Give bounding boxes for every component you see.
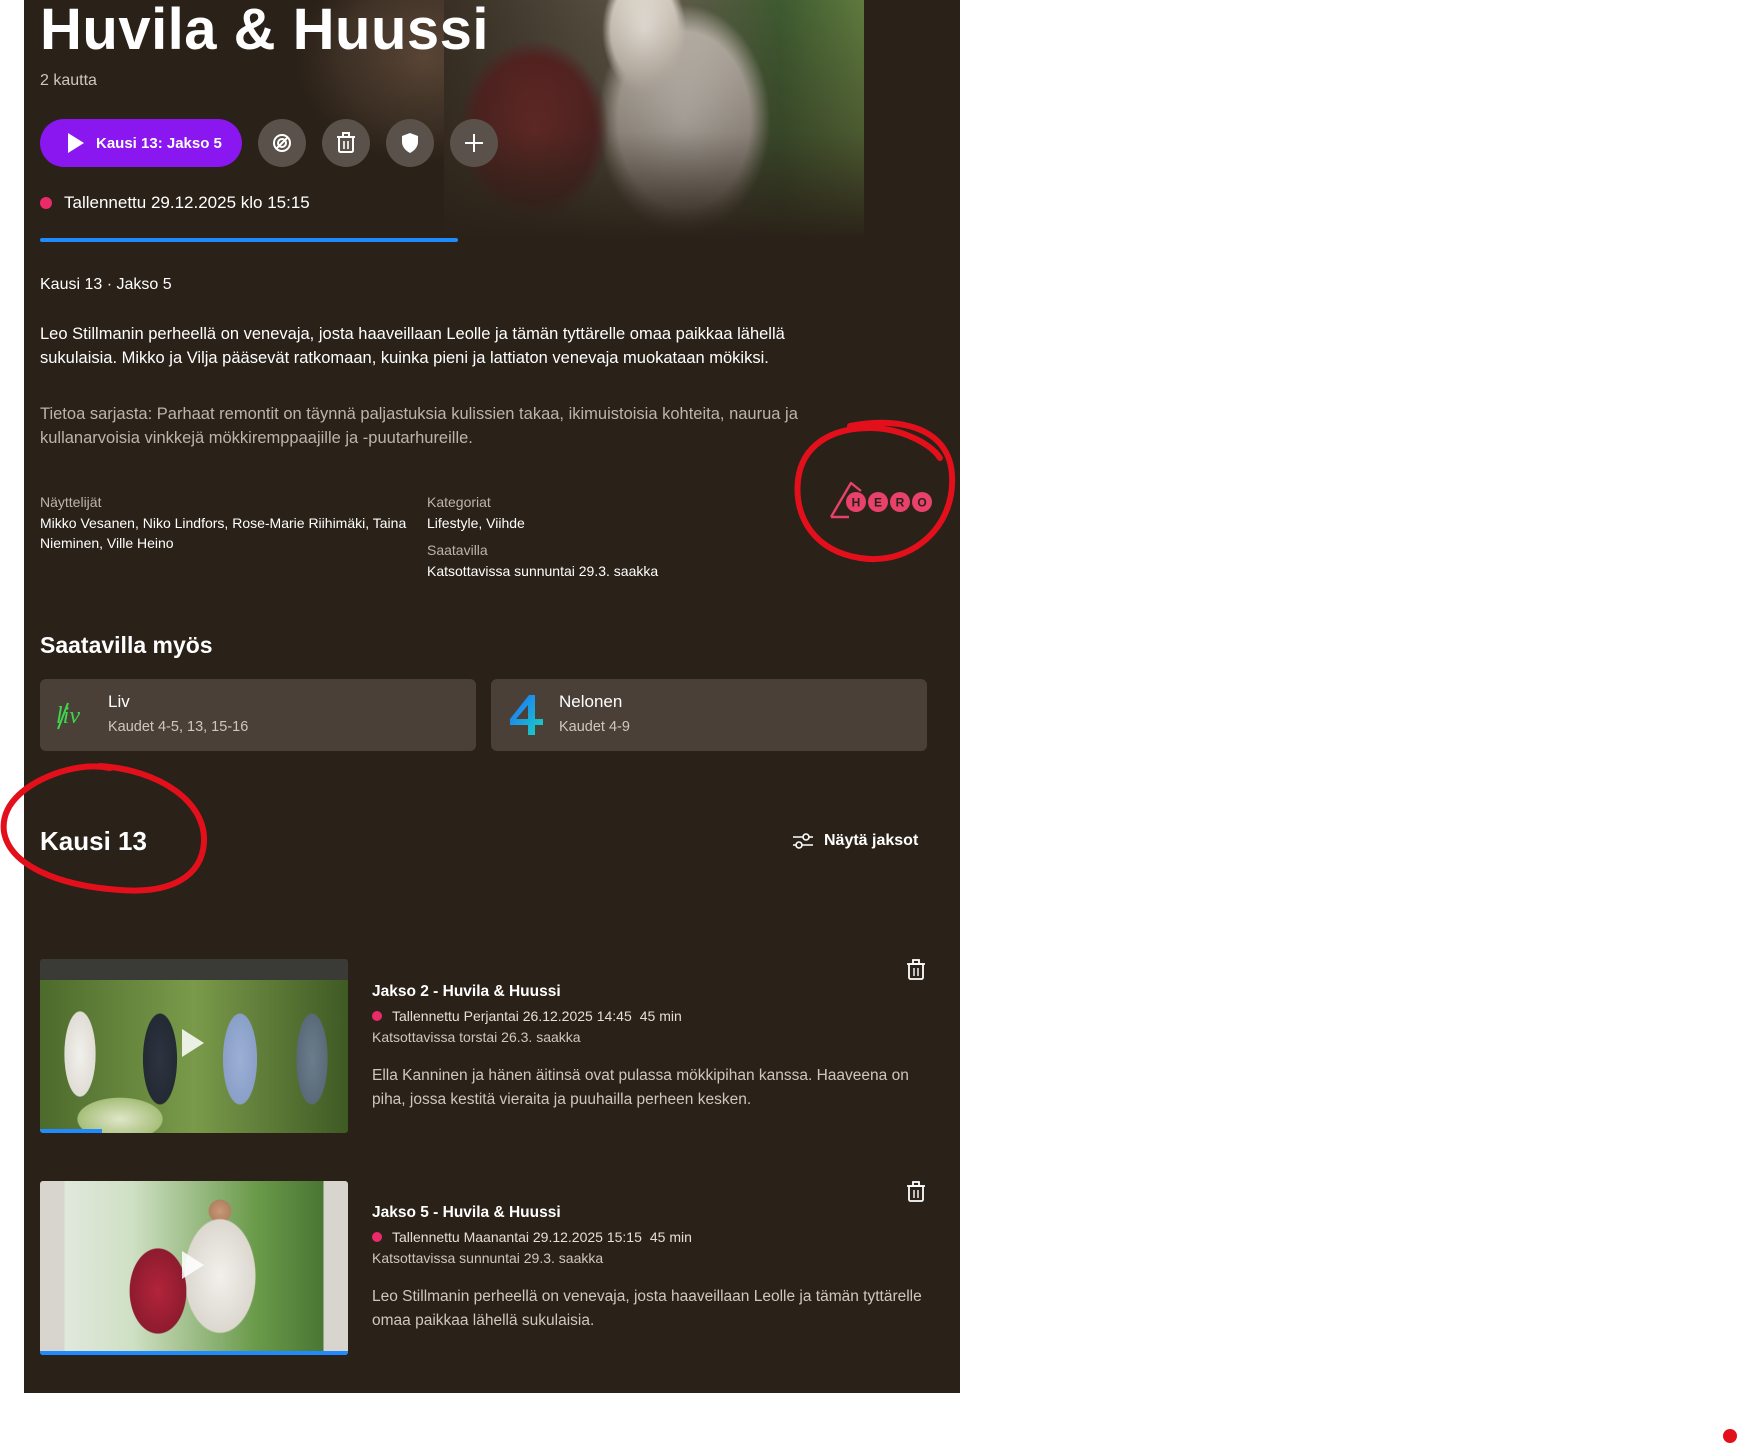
- annotation-dot: [1723, 1429, 1737, 1443]
- recording-dot-icon: [372, 1232, 382, 1242]
- episode-duration: 45 min: [639, 1008, 682, 1024]
- actors-label: Näyttelijät: [40, 494, 102, 510]
- also-available-title: Saatavilla myös: [40, 632, 213, 658]
- availability-value: Katsottavissa sunnuntai 29.3. saakka: [427, 563, 659, 579]
- episode-progress-bar: [40, 1351, 348, 1355]
- episode-availability: Katsottavissa sunnuntai 29.3. saakka: [372, 1250, 604, 1266]
- liv-name: Liv: [108, 692, 130, 711]
- episode-recorded: Tallennettu Maanantai 29.12.2025 15:15 4…: [372, 1229, 692, 1245]
- categories-label: Kategoriat: [427, 494, 491, 510]
- add-to-list-button[interactable]: [450, 119, 498, 167]
- nelonen-seasons: Kaudet 4-9: [559, 719, 630, 735]
- delete-episode-button[interactable]: [904, 959, 928, 983]
- episode-recorded-text: Tallennettu Maanantai 29.12.2025 15:15: [392, 1229, 642, 1245]
- episode-description: Leo Stillmanin perheellä on venevaja, jo…: [40, 325, 785, 367]
- annotation-circle-season: [0, 763, 208, 894]
- show-episodes-button[interactable]: Näytä jaksot: [786, 831, 924, 851]
- also-available-card-liv[interactable]: liv Liv Kaudet 4-5, 13, 15-16: [40, 679, 476, 751]
- play-icon: [182, 1251, 204, 1279]
- episode-progress-bar: [40, 1129, 102, 1133]
- availability-label: Saatavilla: [427, 542, 488, 558]
- also-available-card-nelonen[interactable]: Nelonen Kaudet 4-9: [491, 679, 927, 751]
- show-episodes-label: Näytä jaksot: [824, 832, 919, 849]
- episode-availability: Katsottavissa torstai 26.3. saakka: [372, 1029, 581, 1045]
- recorded-status: Tallennettu 29.12.2025 klo 15:15: [40, 193, 310, 213]
- series-about: Tietoa sarjasta: Parhaat remontit on täy…: [40, 405, 798, 447]
- detail-panel: Huvila & Huussi 2 kautta Kausi 13: Jakso…: [24, 0, 960, 1393]
- protect-button[interactable]: [386, 119, 434, 167]
- episode-recorded: Tallennettu Perjantai 26.12.2025 14:45 4…: [372, 1008, 682, 1024]
- liv-seasons: Kaudet 4-5, 13, 15-16: [108, 719, 249, 735]
- episode-duration: 45 min: [649, 1229, 692, 1245]
- play-icon: [182, 1029, 204, 1057]
- episode-title: Jakso 2 - Huvila & Huussi: [372, 983, 561, 1000]
- play-button[interactable]: Kausi 13: Jakso 5: [40, 119, 242, 167]
- recording-dot-icon: [40, 197, 52, 209]
- delete-episode-button[interactable]: [904, 1181, 928, 1205]
- series-record-button[interactable]: [258, 119, 306, 167]
- trash-icon: [337, 132, 355, 153]
- episode-label: Kausi 13 · Jakso 5: [40, 276, 172, 293]
- record-series-icon: [273, 134, 291, 152]
- seasons-count: 2 kautta: [40, 72, 97, 89]
- episode-description: Ella Kanninen ja hänen äitinsä ovat pula…: [372, 1067, 909, 1108]
- nelonen-name: Nelonen: [559, 692, 623, 711]
- episode-thumbnail[interactable]: [40, 959, 348, 1133]
- watch-progress-bar: [40, 238, 458, 242]
- filter-sliders-icon: [793, 833, 813, 849]
- liv-logo-icon: liv: [56, 702, 80, 730]
- annotation-circle-logo: [794, 419, 956, 563]
- trash-icon: [907, 959, 925, 980]
- episode-description: Leo Stillmanin perheellä on venevaja, jo…: [372, 1288, 922, 1329]
- categories-value: Lifestyle, Viihde: [427, 515, 525, 531]
- shield-icon: [402, 133, 418, 153]
- show-title: Huvila & Huussi: [40, 0, 490, 62]
- trash-icon: [907, 1181, 925, 1202]
- episode-recorded-text: Tallennettu Perjantai 26.12.2025 14:45: [392, 1008, 632, 1024]
- actors-value: Mikko Vesanen, Niko Lindfors, Rose-Marie…: [40, 515, 407, 551]
- nelonen-logo-icon: [510, 695, 543, 735]
- delete-button[interactable]: [322, 119, 370, 167]
- recorded-text: Tallennettu 29.12.2025 klo 15:15: [64, 193, 310, 212]
- episode-thumbnail[interactable]: [40, 1181, 348, 1355]
- plus-icon: [465, 134, 483, 152]
- play-button-label: Kausi 13: Jakso 5: [96, 134, 222, 152]
- episode-title: Jakso 5 - Huvila & Huussi: [372, 1204, 561, 1221]
- recording-dot-icon: [372, 1011, 382, 1021]
- play-icon: [68, 133, 84, 153]
